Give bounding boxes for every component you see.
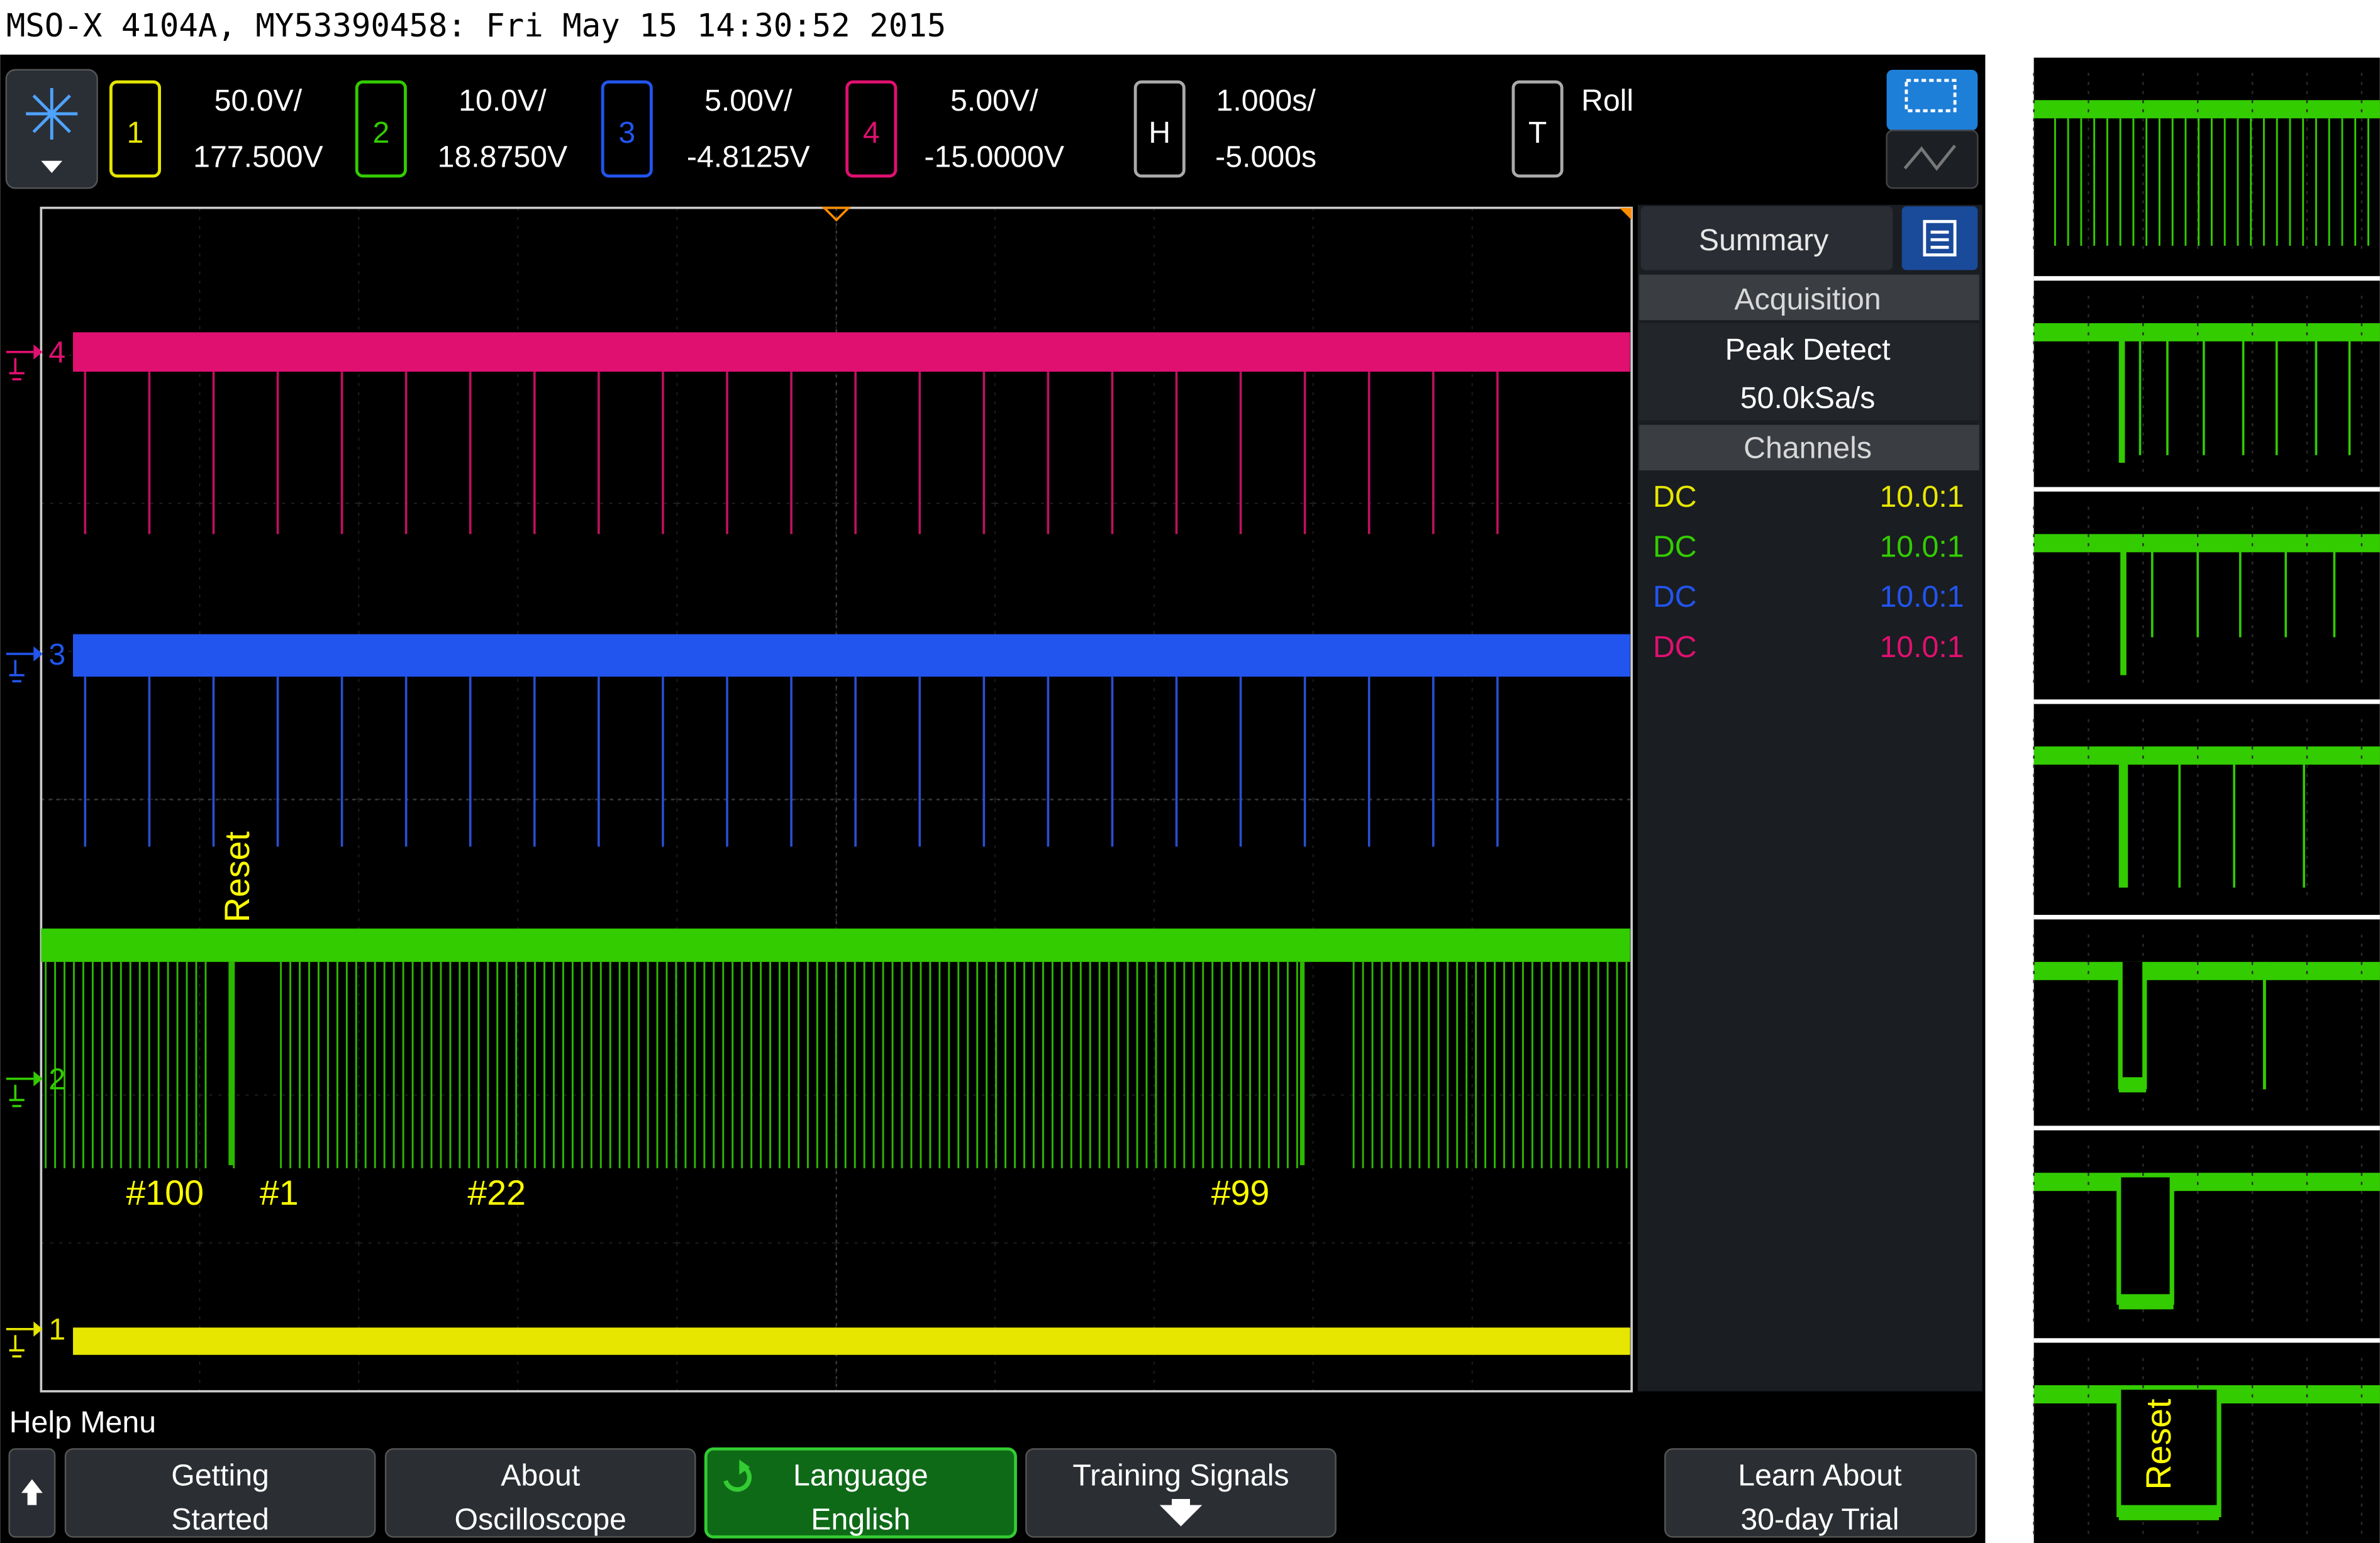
horizontal-scale[interactable]: 1.000s/ [1216, 84, 1316, 118]
zoom-frame-divider [2033, 699, 2380, 704]
language-line1: Language [793, 1458, 928, 1492]
channel-row-coupling: DC [1653, 530, 1697, 564]
channels-header: Channels [1743, 431, 1872, 465]
horizontal-key-label: H [1148, 116, 1171, 150]
trigger-mode[interactable]: Roll [1581, 84, 1633, 118]
annotation-99: #99 [1211, 1173, 1270, 1212]
graticule [40, 206, 1633, 1393]
zoom-reset-annotation: Reset [2139, 1398, 2178, 1490]
channel-1-offset[interactable]: 177.500V [193, 140, 323, 174]
trigger-key-label: T [1528, 116, 1547, 150]
channel-row-probe: 10.0:1 [1879, 530, 1964, 564]
waveform-ch1 [73, 1327, 1630, 1355]
horizontal-delay[interactable]: -5.000s [1215, 140, 1316, 174]
measure-toggle-button[interactable] [1886, 130, 1979, 189]
channel-row-probe: 10.0:1 [1879, 630, 1964, 664]
sample-rate: 50.0kSa/s [1740, 381, 1876, 415]
channel-1-number: 1 [127, 116, 144, 150]
zoom-baseline [2033, 1173, 2380, 1192]
channel-3-scale[interactable]: 5.00V/ [704, 84, 792, 118]
zoom-pulse-low [2118, 1077, 2147, 1093]
summary-sidebar: Summary Acquisition Peak Detect 50.0kSa/… [1637, 204, 1982, 1391]
zoom-baseline [2033, 100, 2380, 119]
zoom-frame-divider [2033, 915, 2380, 920]
zoom-pulse-low [2118, 1505, 2219, 1520]
zoom-baseline [2033, 323, 2380, 341]
zoom-frame-divider [2033, 1125, 2380, 1131]
zoom-pulse-gap [2120, 961, 2145, 1093]
getting-started-line1: Getting [171, 1458, 269, 1492]
zoom-frame-divider [2033, 276, 2380, 281]
help-menu-title: Help Menu [9, 1405, 156, 1439]
channel-2-offset[interactable]: 18.8750V [438, 140, 568, 174]
zoom-pulse-gap [2118, 1177, 2174, 1305]
zoom-strip: Reset [2033, 57, 2380, 1543]
getting-started-line2: Started [171, 1502, 269, 1536]
channel-2-number: 2 [372, 116, 389, 150]
zoom-pulse-low [2118, 1294, 2174, 1310]
oscilloscope-screenshot: MSO-X 4104A, MY53390458: Fri May 15 14:3… [0, 0, 2380, 1543]
channel-3-number: 3 [618, 116, 635, 150]
channel-row-coupling: DC [1653, 580, 1697, 614]
ch1-ground-marker: 1 [48, 1313, 65, 1347]
zoom-frame-divider [2033, 1338, 2380, 1343]
tab-summary-label: Summary [1699, 223, 1829, 257]
agilent-spark-icon [26, 87, 78, 140]
channel-4-scale[interactable]: 5.00V/ [950, 84, 1038, 118]
zoom-baseline [2033, 746, 2380, 765]
learn-about-line2: 30-day Trial [1740, 1502, 1899, 1536]
zoom-baseline [2033, 961, 2380, 980]
ch2-ground-marker: 2 [48, 1063, 65, 1097]
channel-row-coupling: DC [1653, 630, 1697, 664]
channel-1-scale[interactable]: 50.0V/ [214, 84, 303, 118]
channel-4-offset[interactable]: -15.0000V [924, 140, 1064, 174]
reset-annotation: Reset [218, 831, 257, 923]
about-line1: About [501, 1458, 581, 1492]
acquisition-mode: Peak Detect [1725, 333, 1891, 367]
channel-row-probe: 10.0:1 [1879, 580, 1964, 614]
channel-2-scale[interactable]: 10.0V/ [459, 84, 547, 118]
zoom-baseline [2033, 534, 2380, 553]
ch4-ground-marker: 4 [48, 336, 65, 370]
zoom-frame-divider [2033, 487, 2380, 492]
language-line2: English [811, 1502, 910, 1536]
annotation-100: #100 [126, 1173, 204, 1212]
channel-3-offset[interactable]: -4.8125V [687, 140, 810, 174]
channel-row-probe: 10.0:1 [1879, 480, 1964, 514]
channel-4-number: 4 [863, 116, 880, 150]
learn-about-line1: Learn About [1738, 1458, 1902, 1492]
annotation-22: #22 [467, 1173, 526, 1212]
ch3-ground-marker: 3 [48, 638, 65, 672]
channel-row-coupling: DC [1653, 480, 1697, 514]
about-line2: Oscilloscope [454, 1502, 626, 1536]
annotation-1: #1 [260, 1173, 299, 1212]
training-signals-label: Training Signals [1072, 1458, 1289, 1492]
acquisition-header: Acquisition [1734, 282, 1881, 316]
window-title: MSO-X 4104A, MY53390458: Fri May 15 14:3… [6, 7, 946, 44]
